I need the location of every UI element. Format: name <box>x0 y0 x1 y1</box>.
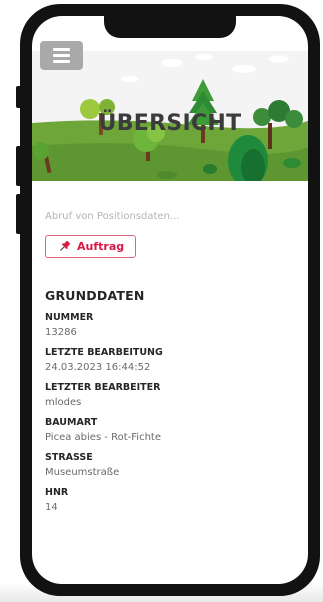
phone-screen: ÜBERSICHT Abruf von Positionsdaten... Au… <box>32 16 308 584</box>
hamburger-icon <box>53 60 70 63</box>
field-hnr: HNR 14 <box>45 487 295 513</box>
location-status: Abruf von Positionsdaten... <box>45 211 180 222</box>
hamburger-icon <box>53 48 70 51</box>
phone-notch <box>104 16 236 38</box>
field-label: STRASSE <box>45 452 93 463</box>
field-letzte-bearbeitung: LETZTE BEARBEITUNG 24.03.2023 16:44:52 <box>45 347 295 373</box>
stage: ÜBERSICHT Abruf von Positionsdaten... Au… <box>0 0 323 602</box>
menu-button[interactable] <box>40 41 83 70</box>
field-value: 13286 <box>45 327 77 338</box>
auftrag-button[interactable]: Auftrag <box>45 235 137 258</box>
field-value: 24.03.2023 16:44:52 <box>45 362 151 373</box>
field-value: mlodes <box>45 397 82 408</box>
field-strasse: STRASSE Museumstraße <box>45 452 295 478</box>
field-value: Picea abies - Rot-Fichte <box>45 432 161 443</box>
field-label: BAUMART <box>45 417 98 428</box>
hamburger-icon <box>53 54 70 57</box>
field-baumart: BAUMART Picea abies - Rot-Fichte <box>45 417 295 443</box>
phone-frame: ÜBERSICHT Abruf von Positionsdaten... Au… <box>20 4 320 596</box>
field-label: HNR <box>45 487 69 498</box>
field-label: LETZTER BEARBEITER <box>45 382 161 393</box>
field-label: NUMMER <box>45 312 94 323</box>
pin-icon <box>60 240 71 251</box>
page-title: ÜBERSICHT <box>98 111 242 136</box>
field-label: LETZTE BEARBEITUNG <box>45 347 163 358</box>
section-title-grunddaten: GRUNDDATEN <box>45 288 145 303</box>
field-nummer: NUMMER 13286 <box>45 312 295 338</box>
auftrag-button-label: Auftrag <box>77 240 125 253</box>
field-letzter-bearbeiter: LETZTER BEARBEITER mlodes <box>45 382 295 408</box>
main-content: Abruf von Positionsdaten... Auftrag GRUN… <box>45 211 295 513</box>
field-value: Museumstraße <box>45 467 120 478</box>
field-value: 14 <box>45 502 58 513</box>
